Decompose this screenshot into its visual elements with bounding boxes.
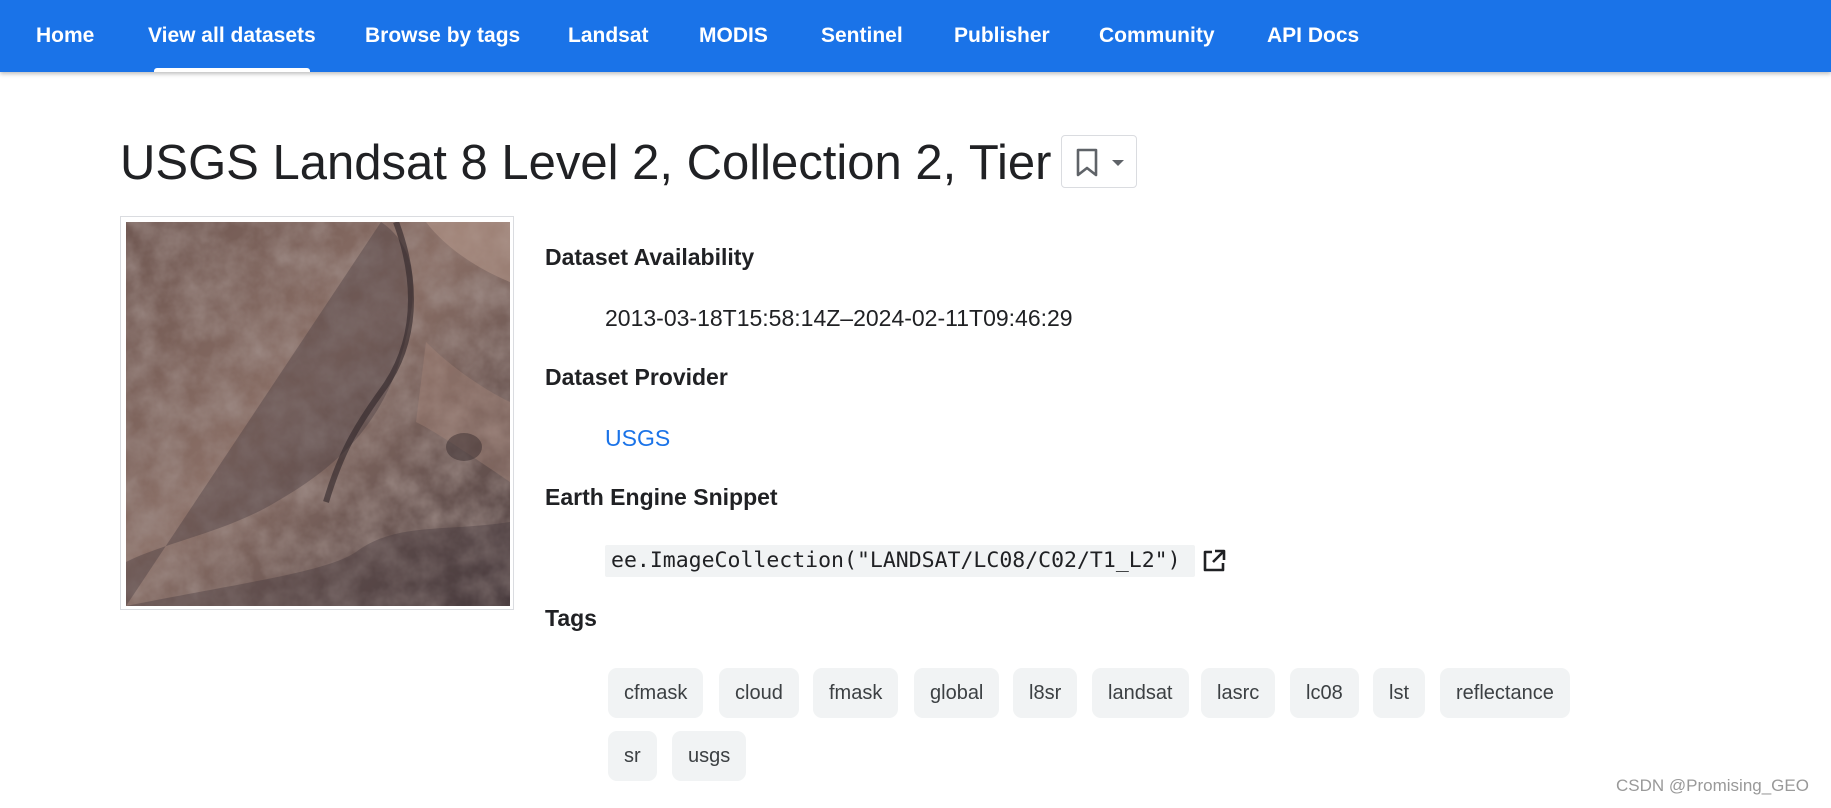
nav-modis[interactable]: MODIS [699,0,768,72]
availability-heading: Dataset Availability [545,244,755,270]
tag-chip[interactable]: l8sr [1013,668,1078,718]
open-in-new-icon[interactable] [1201,548,1227,574]
snippet-heading: Earth Engine Snippet [545,484,778,510]
nav-community[interactable]: Community [1099,0,1215,72]
provider-link[interactable]: USGS [605,425,670,451]
tag-chip[interactable]: fmask [813,668,899,718]
bookmark-button[interactable] [1061,135,1137,188]
tag-chip[interactable]: global [914,668,1000,718]
bookmark-icon [1076,148,1098,177]
nav-sentinel[interactable]: Sentinel [821,0,903,72]
tag-chip[interactable]: reflectance [1440,668,1570,718]
tag-chip[interactable]: landsat [1092,668,1189,718]
nav-browse-by-tags[interactable]: Browse by tags [365,0,520,72]
tag-chip[interactable]: cfmask [608,668,704,718]
dataset-thumbnail-image [126,222,510,606]
tag-chip[interactable]: sr [608,731,657,781]
tag-chip[interactable]: lasrc [1201,668,1276,718]
top-nav: Home View all datasets Browse by tags La… [0,0,1831,72]
tag-chip[interactable]: lst [1373,668,1425,718]
nav-publisher[interactable]: Publisher [954,0,1050,72]
dataset-thumbnail [120,216,514,610]
earth-engine-snippet[interactable]: ee.ImageCollection("LANDSAT/LC08/C02/T1_… [605,545,1195,577]
tag-chip[interactable]: lc08 [1290,668,1359,718]
nav-api-docs[interactable]: API Docs [1267,0,1359,72]
tags-heading: Tags [545,605,597,631]
nav-landsat[interactable]: Landsat [568,0,649,72]
watermark: CSDN @Promising_GEO [1616,776,1809,795]
page-title: USGS Landsat 8 Level 2, Collection 2, Ti… [120,136,1093,190]
tag-chip[interactable]: usgs [672,731,747,781]
caret-down-icon [1112,160,1124,166]
nav-home[interactable]: Home [36,0,94,72]
provider-heading: Dataset Provider [545,364,728,390]
tag-chip[interactable]: cloud [719,668,799,718]
availability-value: 2013-03-18T15:58:14Z–2024-02-11T09:46:29 [605,305,1073,331]
nav-view-all-datasets[interactable]: View all datasets [148,0,316,72]
